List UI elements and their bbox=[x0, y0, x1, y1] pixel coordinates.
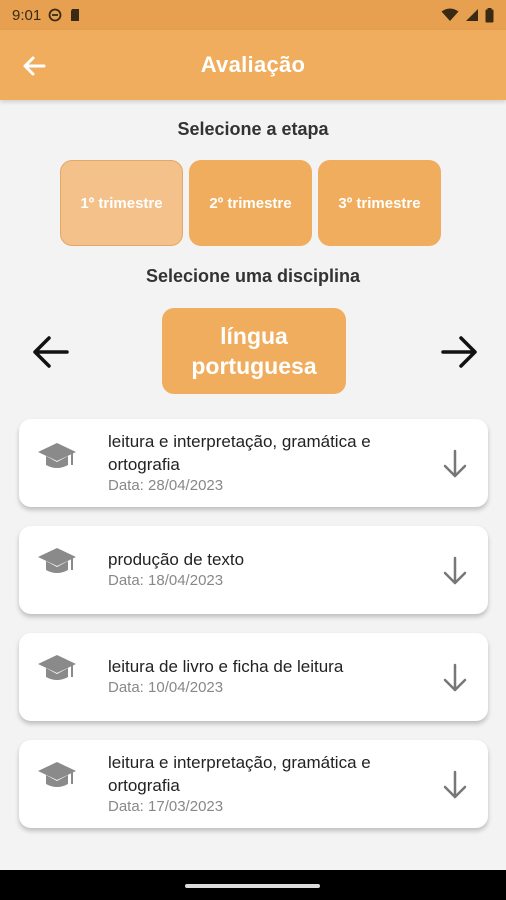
evaluation-card[interactable]: leitura e interpretação, gramática e ort… bbox=[19, 740, 488, 828]
stage-selector: 1º trimestre 2º trimestre 3º trimestre bbox=[60, 160, 441, 246]
discipline-section-label: Selecione uma disciplina bbox=[145, 266, 361, 286]
graduation-cap-icon bbox=[38, 655, 76, 680]
do-not-disturb-icon bbox=[48, 8, 62, 22]
status-bar: 9:01 bbox=[0, 0, 506, 30]
discipline-selector: língua portuguesa bbox=[0, 308, 506, 394]
battery-icon bbox=[485, 7, 494, 22]
back-arrow-icon[interactable] bbox=[20, 52, 48, 80]
download-arrow-icon[interactable] bbox=[442, 449, 468, 479]
evaluation-date: Data: 28/04/2023 bbox=[108, 477, 224, 494]
evaluation-date: Data: 17/03/2023 bbox=[108, 798, 224, 815]
previous-discipline-arrow-icon[interactable] bbox=[30, 334, 70, 370]
system-navigation-bar bbox=[0, 870, 506, 900]
wifi-icon bbox=[441, 8, 459, 21]
stage-button-1[interactable]: 1º trimestre bbox=[60, 160, 183, 246]
home-gesture-handle[interactable] bbox=[185, 884, 320, 888]
evaluation-date: Data: 18/04/2023 bbox=[108, 572, 224, 589]
next-discipline-arrow-icon[interactable] bbox=[440, 334, 480, 370]
sim-card-icon bbox=[71, 9, 80, 21]
graduation-cap-icon bbox=[38, 548, 76, 573]
evaluation-title: produção de texto bbox=[108, 550, 245, 569]
evaluation-card[interactable]: leitura de livro e ficha de leitura Data… bbox=[19, 633, 488, 721]
evaluation-title: leitura e interpretação, gramática e ort… bbox=[108, 753, 371, 795]
graduation-cap-icon bbox=[38, 762, 76, 787]
evaluation-title: leitura e interpretação, gramática e ort… bbox=[108, 432, 371, 474]
evaluation-card[interactable]: produção de texto Data: 18/04/2023 bbox=[19, 526, 488, 614]
current-discipline: língua portuguesa bbox=[162, 308, 346, 394]
evaluation-date: Data: 10/04/2023 bbox=[108, 679, 224, 696]
evaluation-card[interactable]: leitura e interpretação, gramática e ort… bbox=[19, 419, 488, 507]
download-arrow-icon[interactable] bbox=[442, 663, 468, 693]
stage-button-3[interactable]: 3º trimestre bbox=[318, 160, 441, 246]
graduation-cap-icon bbox=[38, 443, 76, 468]
signal-icon bbox=[466, 9, 478, 21]
evaluation-title: leitura de livro e ficha de leitura bbox=[108, 657, 344, 676]
stage-button-2[interactable]: 2º trimestre bbox=[189, 160, 312, 246]
page-title: Avaliação bbox=[200, 52, 306, 77]
stage-section-label: Selecione a etapa bbox=[177, 119, 329, 139]
status-time: 9:01 bbox=[12, 6, 42, 24]
app-bar: Avaliação bbox=[0, 30, 506, 100]
download-arrow-icon[interactable] bbox=[442, 770, 468, 800]
download-arrow-icon[interactable] bbox=[442, 556, 468, 586]
